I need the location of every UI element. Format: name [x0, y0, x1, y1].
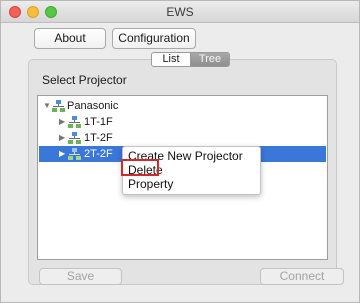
title-bar: EWS [1, 1, 359, 23]
configuration-button[interactable]: Configuration [112, 28, 196, 49]
tree-item-label: 2T-2F [84, 148, 113, 160]
app-window: EWS About Configuration List Tree Select… [0, 0, 360, 303]
tree-item-label: Panasonic [67, 100, 119, 112]
collapsed-triangle-icon[interactable]: ▶ [59, 130, 65, 146]
tree-item-label: 1T-1F [84, 116, 113, 128]
group-label: Select Projector [42, 73, 127, 87]
view-toggle: List Tree [151, 52, 230, 67]
window-title: EWS [166, 5, 194, 19]
network-icon [68, 116, 81, 128]
tree-item-1t-1f[interactable]: ▶ 1T-1F [39, 114, 326, 130]
delete-highlight-box [121, 159, 159, 176]
network-icon [52, 100, 65, 112]
network-icon [68, 132, 81, 144]
tab-tree[interactable]: Tree [191, 53, 229, 66]
expanded-triangle-icon[interactable]: ▼ [43, 98, 51, 114]
tree-item-1t-2f[interactable]: ▶ 1T-2F [39, 130, 326, 146]
network-icon [68, 148, 81, 160]
collapsed-triangle-icon[interactable]: ▶ [59, 114, 65, 130]
tree-item-panasonic[interactable]: ▼ Panasonic [39, 98, 326, 114]
about-button[interactable]: About [34, 28, 106, 49]
menu-item-property[interactable]: Property [128, 178, 173, 191]
collapsed-triangle-icon[interactable]: ▶ [59, 146, 65, 162]
tree-item-label: 1T-2F [84, 132, 113, 144]
save-button[interactable]: Save [39, 268, 122, 285]
tab-list[interactable]: List [152, 53, 191, 66]
connect-button[interactable]: Connect [260, 268, 344, 285]
